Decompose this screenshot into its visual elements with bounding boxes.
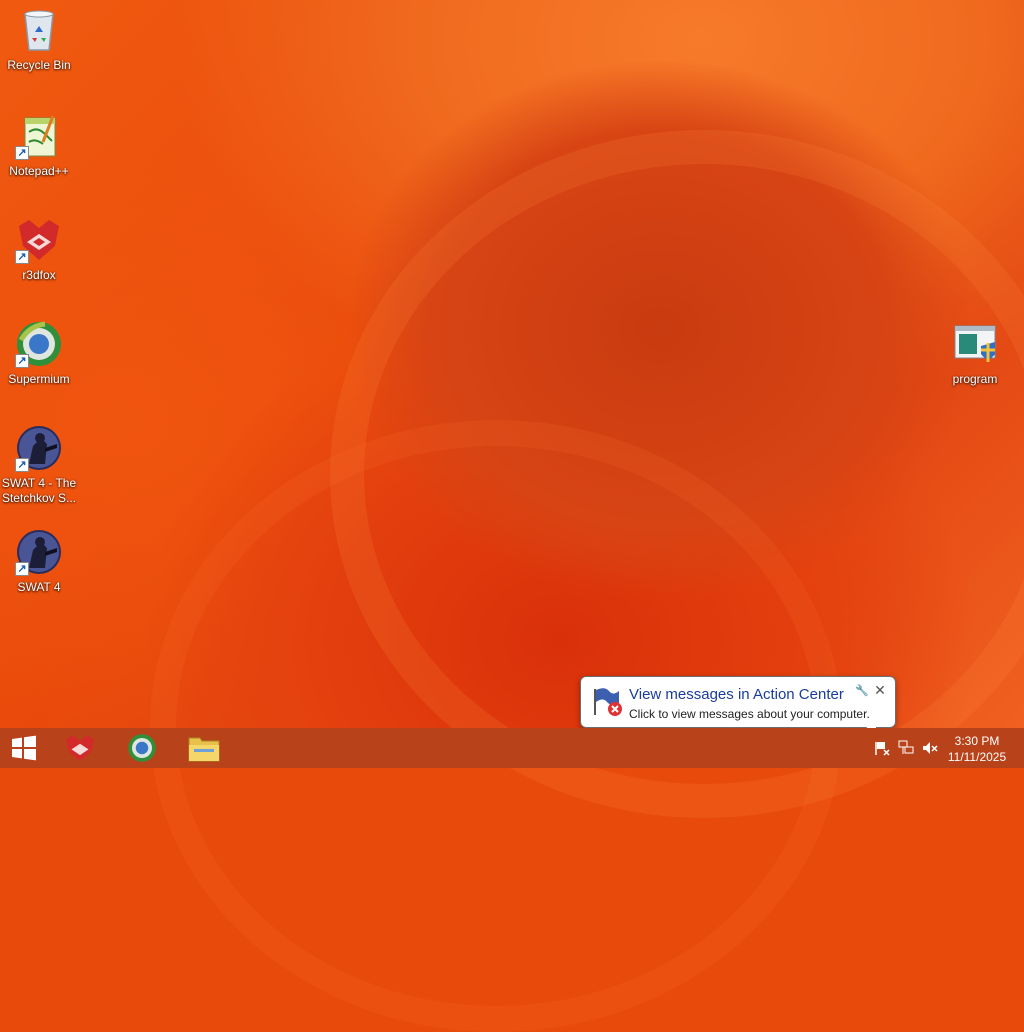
file-explorer-icon bbox=[188, 737, 220, 762]
program-icon bbox=[951, 320, 999, 368]
action-center-flag-icon bbox=[591, 685, 623, 717]
clock-time: 3:30 PM bbox=[954, 734, 1000, 748]
shortcut-arrow-icon: ↗ bbox=[15, 458, 29, 472]
desktop-icon-swat4-stetchkov[interactable]: ↗ SWAT 4 - The Stetchkov S... bbox=[1, 424, 77, 506]
desktop-wallpaper[interactable] bbox=[0, 0, 1024, 1032]
desktop-icon-label: Notepad++ bbox=[9, 164, 69, 178]
desktop-icon-swat4[interactable]: ↗ SWAT 4 bbox=[1, 528, 77, 595]
swat4-stetchkov-icon: ↗ bbox=[15, 424, 63, 472]
network-icon[interactable] bbox=[897, 740, 915, 756]
desktop-icon-notepad-plus-plus[interactable]: ↗ Notepad++ bbox=[1, 112, 77, 179]
desktop-icon-recycle-bin[interactable]: Recycle Bin bbox=[1, 6, 77, 73]
windows-start-icon bbox=[12, 735, 36, 761]
desktop-icon-supermium[interactable]: ↗ Supermium bbox=[1, 320, 77, 387]
swat4-icon: ↗ bbox=[15, 528, 63, 576]
shortcut-arrow-icon: ↗ bbox=[15, 562, 29, 576]
shortcut-arrow-icon: ↗ bbox=[15, 354, 29, 368]
taskbar-supermium[interactable] bbox=[114, 728, 170, 768]
r3dfox-icon bbox=[65, 735, 95, 761]
taskbar bbox=[0, 728, 1024, 768]
taskbar-file-explorer[interactable] bbox=[176, 728, 232, 768]
close-icon[interactable]: ✕ bbox=[873, 683, 887, 697]
notification-options-icon[interactable]: 🔧 bbox=[855, 685, 869, 697]
taskbar-clock[interactable]: 3:30 PM 11/11/2025 bbox=[942, 733, 1012, 765]
recycle-bin-icon bbox=[15, 6, 63, 54]
supermium-icon: ↗ bbox=[15, 320, 63, 368]
notification-title[interactable]: View messages in Action Center bbox=[629, 686, 844, 703]
action-center-flag-icon[interactable] bbox=[873, 740, 891, 756]
clock-date: 11/11/2025 bbox=[947, 750, 1007, 764]
desktop-icon-label: SWAT 4 - The Stetchkov S... bbox=[1, 476, 77, 505]
shortcut-arrow-icon: ↗ bbox=[15, 146, 29, 160]
desktop-icon-label: SWAT 4 bbox=[17, 580, 61, 594]
action-center-notification[interactable]: View messages in Action Center Click to … bbox=[580, 676, 896, 728]
desktop-icon-r3dfox[interactable]: ↗ r3dfox bbox=[1, 216, 77, 283]
shortcut-arrow-icon: ↗ bbox=[15, 250, 29, 264]
desktop-icon-label: Recycle Bin bbox=[7, 58, 71, 72]
desktop-icon-program[interactable]: program bbox=[937, 320, 1013, 387]
supermium-icon bbox=[128, 734, 156, 762]
r3dfox-icon: ↗ bbox=[15, 216, 63, 264]
desktop-icon-label: Supermium bbox=[8, 372, 70, 386]
volume-muted-icon[interactable] bbox=[921, 740, 939, 756]
start-button[interactable] bbox=[0, 728, 48, 768]
taskbar-r3dfox[interactable] bbox=[52, 728, 108, 768]
desktop-icon-label: program bbox=[952, 372, 998, 386]
desktop-icon-label: r3dfox bbox=[22, 268, 56, 282]
notepad-plus-plus-icon: ↗ bbox=[15, 112, 63, 160]
notification-text[interactable]: Click to view messages about your comput… bbox=[629, 707, 870, 721]
